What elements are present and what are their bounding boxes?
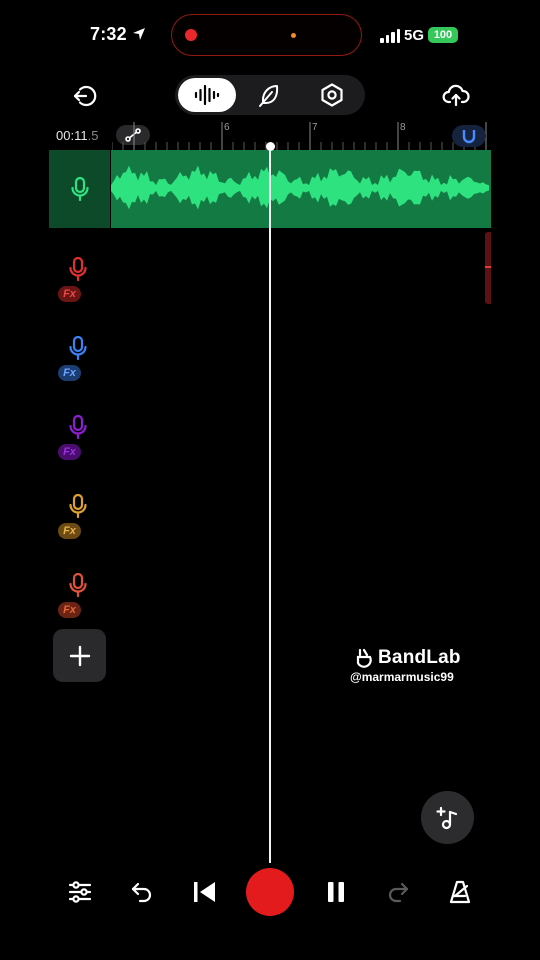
ruler-label-8: 8 (400, 122, 406, 133)
microphone-icon (70, 176, 89, 202)
playhead-handle[interactable] (265, 142, 275, 151)
region-scroll-handle[interactable] (485, 232, 491, 304)
recording-indicator (185, 29, 197, 41)
cloud-upload-icon[interactable] (440, 80, 472, 112)
playback-time-fraction: .5 (87, 128, 99, 143)
bandlab-logo-icon (356, 648, 372, 668)
metronome-icon[interactable] (438, 870, 482, 914)
fx-badge[interactable]: Fx (58, 365, 81, 381)
microphone-icon (69, 572, 87, 598)
track-header-3[interactable]: Fx (55, 335, 115, 395)
plus-icon (69, 645, 90, 666)
ruler-label-7: 7 (312, 122, 318, 133)
location-arrow-icon (133, 28, 145, 40)
status-time: 7:32 (90, 24, 127, 44)
ruler-label-6: 6 (224, 122, 230, 133)
playback-time: 00:11.5 (56, 128, 98, 143)
add-track-button[interactable] (53, 629, 106, 682)
watermark-brand: BandLab (378, 647, 461, 668)
dynamic-island (171, 14, 362, 56)
privacy-indicator-dot (291, 33, 296, 38)
track-header-4[interactable]: Fx (55, 414, 115, 474)
network-type: 5G (404, 27, 425, 44)
microphone-icon (69, 256, 87, 282)
snap-magnet-icon[interactable] (452, 125, 486, 147)
hexagon-settings-icon[interactable] (316, 79, 348, 111)
bandlab-watermark: BandLab (354, 647, 461, 669)
cellular-signal-icon (380, 29, 400, 43)
skip-to-start-icon[interactable] (182, 870, 226, 914)
playback-time-main: 00:11 (56, 128, 88, 143)
fx-badge[interactable]: Fx (58, 602, 81, 618)
undo-icon[interactable] (120, 870, 164, 914)
audio-waveform (111, 165, 489, 210)
add-music-note-icon (435, 806, 457, 829)
record-button[interactable] (246, 868, 294, 916)
fx-badge[interactable]: Fx (58, 523, 81, 539)
audio-region[interactable] (111, 150, 491, 228)
track-header-6[interactable]: Fx (55, 572, 115, 632)
microphone-icon (69, 493, 87, 519)
mixer-sliders-icon[interactable] (58, 870, 102, 914)
watermark-handle: @marmarmusic99 (350, 670, 454, 684)
redo-icon[interactable] (376, 870, 420, 914)
add-instrument-button[interactable] (421, 791, 474, 844)
track-header-2[interactable]: Fx (55, 256, 115, 316)
feather-icon[interactable] (253, 79, 285, 111)
track-header-5[interactable]: Fx (55, 493, 115, 553)
microphone-icon (69, 335, 87, 361)
microphone-icon (69, 414, 87, 440)
waveform-shape (111, 165, 489, 210)
playhead-line[interactable] (269, 145, 271, 863)
pause-icon[interactable] (314, 870, 358, 914)
battery-indicator: 100 (428, 27, 458, 43)
exit-icon[interactable] (68, 80, 100, 112)
fx-badge[interactable]: Fx (58, 444, 81, 460)
timeline-ruler[interactable] (112, 120, 492, 150)
waveform-icon[interactable] (190, 80, 224, 110)
track-header-1[interactable] (49, 150, 110, 228)
fx-badge[interactable]: Fx (58, 286, 81, 302)
